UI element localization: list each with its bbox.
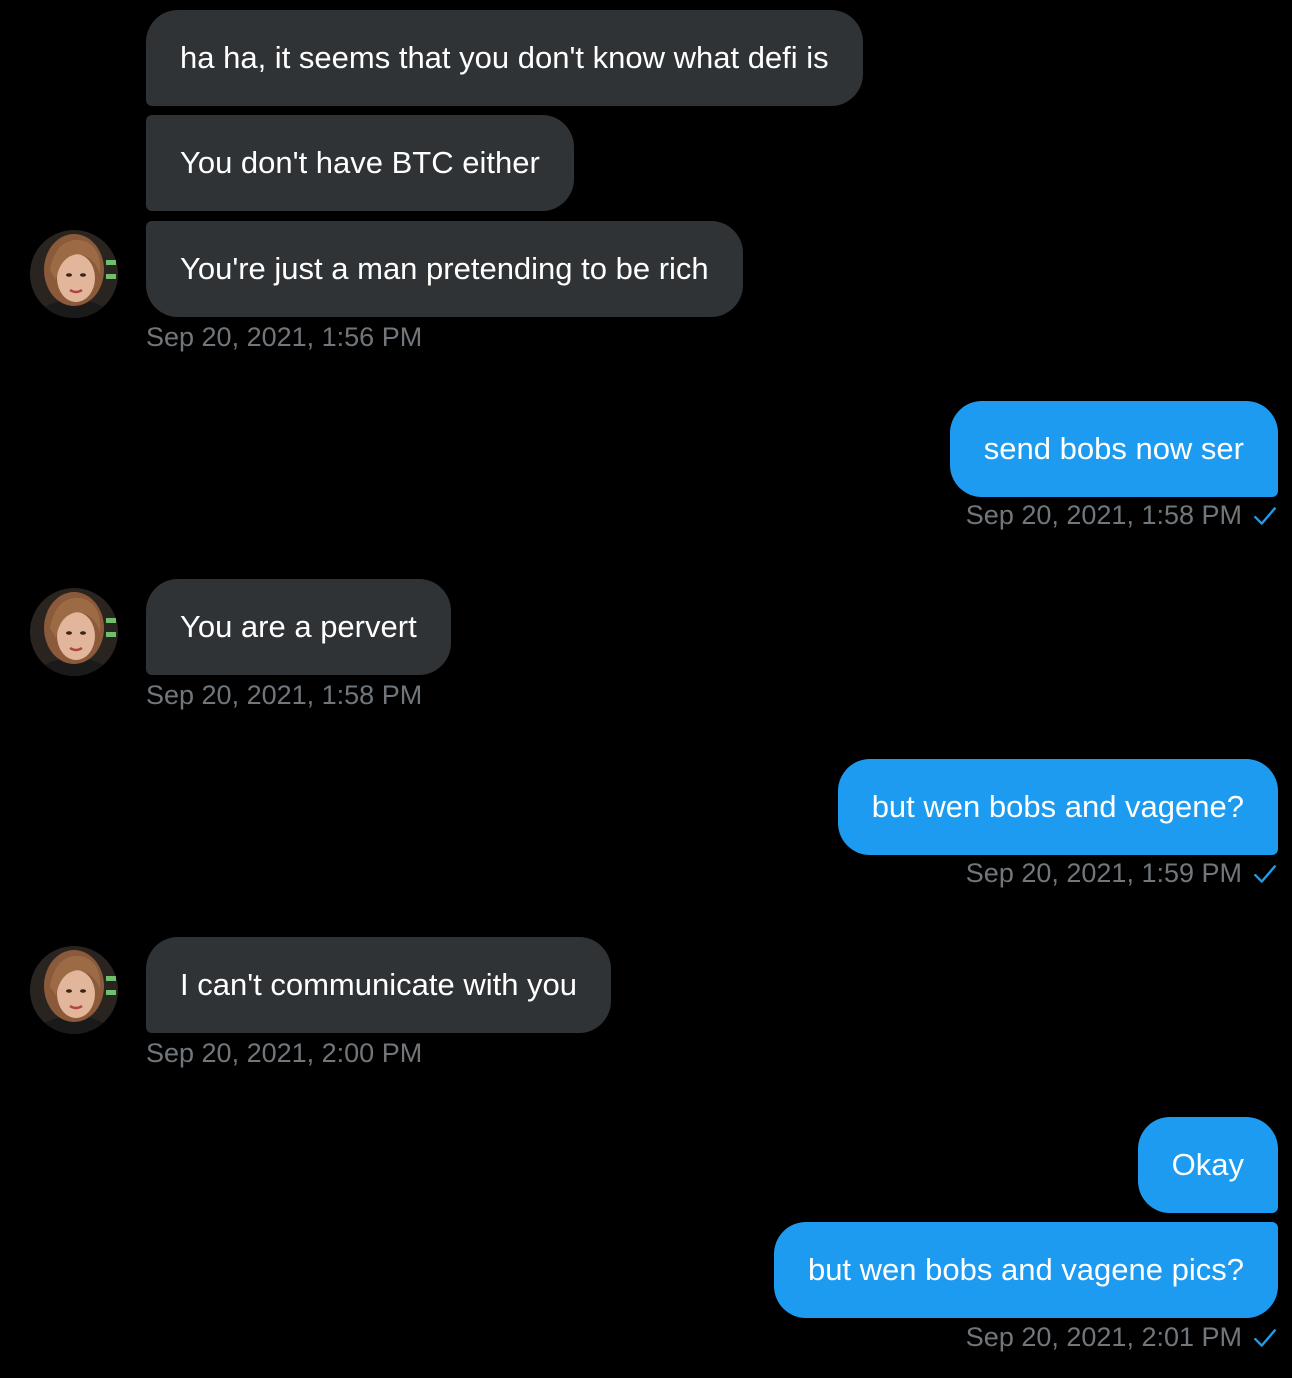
message-timestamp: Sep 20, 2021, 1:56 PM [146,322,423,352]
message-text: send bobs now ser [983,431,1244,466]
message-text: Okay [1171,1147,1244,1182]
message-bubble-outgoing[interactable]: but wen bobs and vagene pics? [773,1222,1278,1318]
message-text: but wen bobs and vagene pics? [807,1252,1244,1287]
contact-avatar[interactable] [30,588,118,676]
message-timestamp: Sep 20, 2021, 1:58 PM [966,500,1278,531]
message-text: ha ha, it seems that you don't know what… [180,40,829,75]
check-icon [1254,1328,1276,1347]
message-bubble-incoming[interactable]: I can't communicate with you [146,937,612,1033]
message-text: You don't have BTC either [180,145,540,180]
check-icon [1254,864,1276,883]
message-timestamp: Sep 20, 2021, 2:01 PM [966,1322,1278,1353]
message-bubble-outgoing[interactable]: but wen bobs and vagene? [837,759,1278,855]
message-text: but wen bobs and vagene? [871,789,1244,824]
check-icon [1254,506,1276,525]
message-timestamp: Sep 20, 2021, 1:58 PM [146,680,423,710]
message-bubble-outgoing[interactable]: Okay [1137,1117,1278,1213]
message-text: You are a pervert [180,609,417,644]
message-timestamp: Sep 20, 2021, 1:59 PM [966,858,1278,889]
message-bubble-incoming[interactable]: You are a pervert [146,579,451,675]
message-text: I can't communicate with you [180,967,578,1002]
message-bubble-outgoing[interactable]: send bobs now ser [949,401,1278,497]
message-bubble-incoming[interactable]: You don't have BTC either [146,115,574,211]
contact-avatar[interactable] [30,230,118,318]
message-bubble-incoming[interactable]: ha ha, it seems that you don't know what… [146,10,863,106]
message-timestamp: Sep 20, 2021, 2:00 PM [146,1038,423,1068]
message-bubble-incoming[interactable]: You're just a man pretending to be rich [146,221,743,317]
message-text: You're just a man pretending to be rich [180,251,709,286]
contact-avatar[interactable] [30,946,118,1034]
